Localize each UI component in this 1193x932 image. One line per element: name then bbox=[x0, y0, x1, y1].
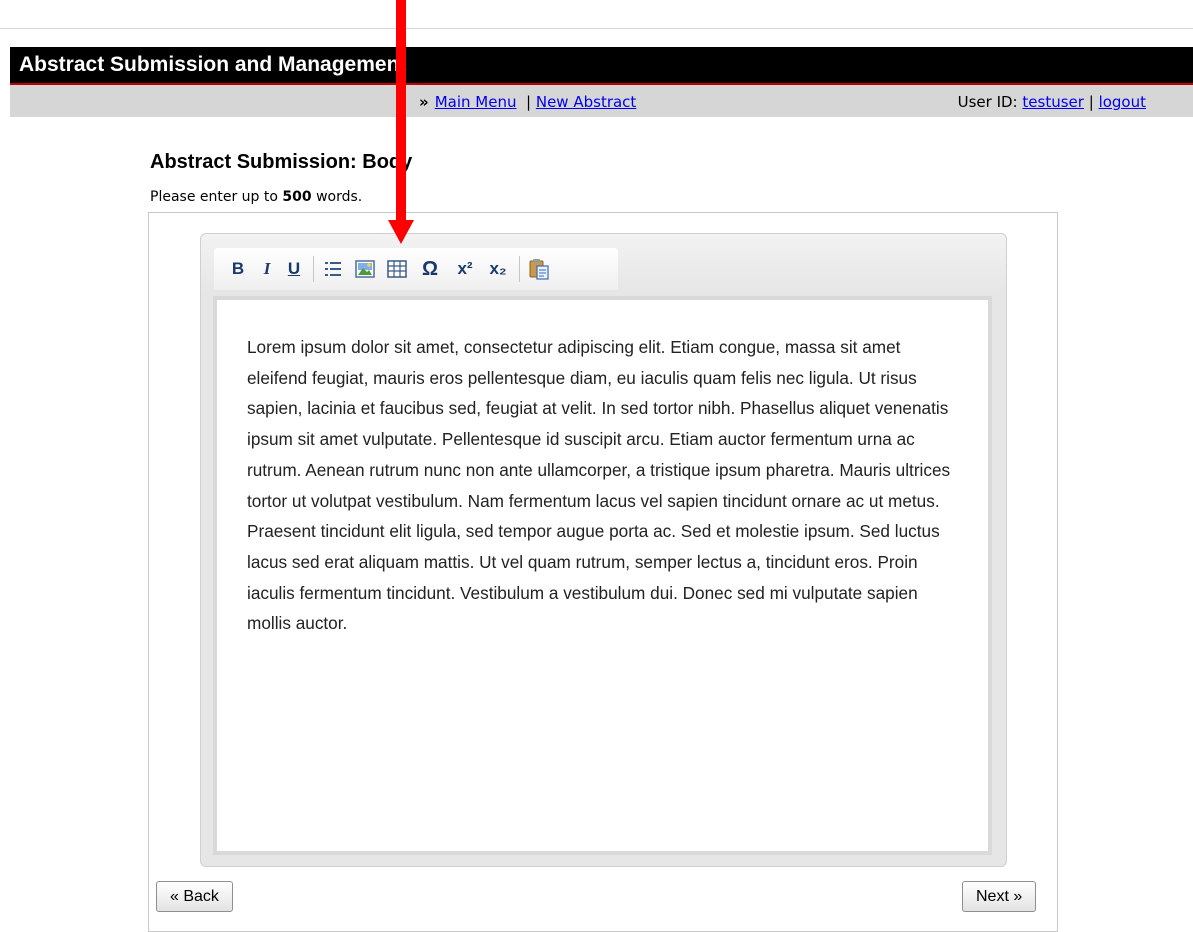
word-limit: 500 bbox=[282, 189, 312, 205]
user-id-link[interactable]: testuser bbox=[1022, 93, 1084, 111]
top-divider bbox=[0, 28, 1193, 29]
page-title: Abstract Submission: Body bbox=[150, 151, 413, 173]
bullet-list-icon[interactable] bbox=[320, 254, 346, 284]
italic-icon[interactable]: I bbox=[258, 254, 276, 284]
app-header: Abstract Submission and Management bbox=[10, 47, 1193, 85]
instructions-suffix: words. bbox=[316, 189, 363, 205]
abstract-body-text[interactable]: Lorem ipsum dolor sit amet, consectetur … bbox=[247, 332, 962, 639]
underline-icon[interactable]: U bbox=[284, 254, 304, 284]
nav-bar: » Main Menu | New Abstract User ID: testu… bbox=[10, 85, 1193, 117]
back-button[interactable]: « Back bbox=[156, 881, 233, 912]
user-info: User ID: testuser | logout bbox=[958, 93, 1146, 111]
toolbar-separator bbox=[519, 256, 520, 282]
next-button[interactable]: Next » bbox=[962, 881, 1037, 912]
user-separator: | bbox=[1088, 93, 1094, 111]
bold-icon[interactable]: B bbox=[228, 254, 248, 284]
special-character-icon[interactable]: Ω bbox=[418, 254, 442, 284]
annotation-arrow bbox=[396, 0, 406, 222]
main-menu-link[interactable]: Main Menu bbox=[435, 93, 517, 111]
instructions-prefix: Please enter up to bbox=[150, 189, 278, 205]
paste-icon[interactable] bbox=[526, 254, 552, 284]
nav-raquo-icon: » bbox=[419, 93, 429, 111]
new-abstract-link[interactable]: New Abstract bbox=[536, 93, 636, 111]
superscript-icon[interactable]: x² bbox=[450, 254, 480, 284]
annotation-arrow-head-icon bbox=[388, 220, 414, 244]
user-id-label: User ID: bbox=[957, 93, 1018, 111]
nav-links: » Main Menu | New Abstract bbox=[419, 93, 636, 111]
logout-link[interactable]: logout bbox=[1099, 93, 1146, 111]
insert-image-icon[interactable] bbox=[352, 254, 378, 284]
nav-separator: | bbox=[526, 93, 532, 111]
editor-content-area[interactable]: Lorem ipsum dolor sit amet, consectetur … bbox=[213, 296, 992, 855]
insert-table-icon[interactable] bbox=[384, 254, 410, 284]
subscript-icon[interactable]: x₂ bbox=[483, 254, 513, 284]
toolbar-separator bbox=[313, 256, 314, 282]
instructions: Please enter up to 500 words. bbox=[150, 189, 362, 205]
editor-toolbar: B I U Ω x² x₂ bbox=[214, 248, 618, 290]
app-title: Abstract Submission and Management bbox=[19, 53, 407, 76]
